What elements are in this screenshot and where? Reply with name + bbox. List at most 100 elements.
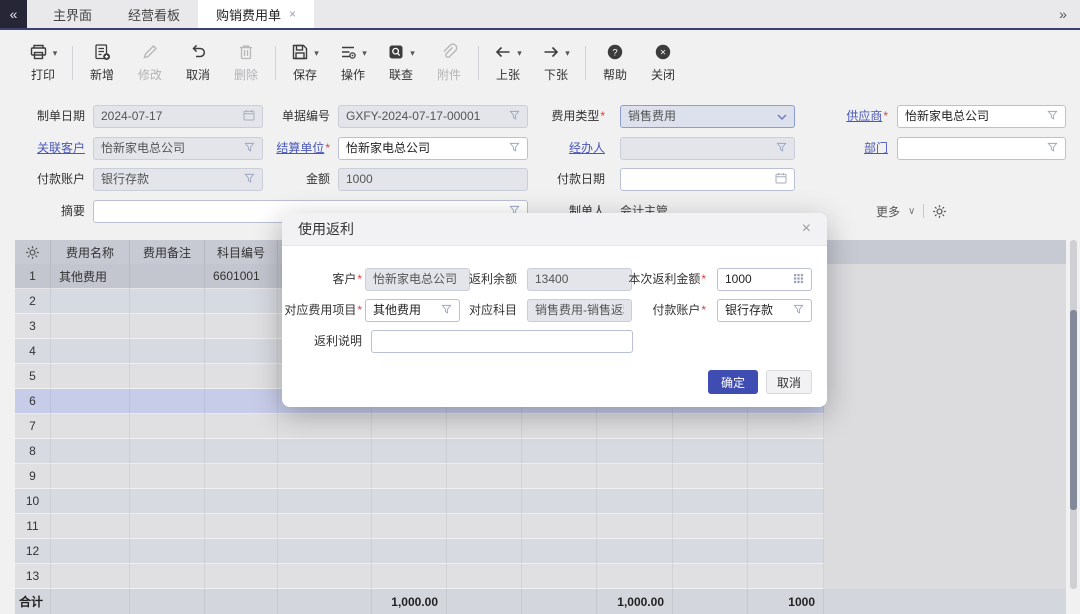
table-cell[interactable] xyxy=(372,489,447,514)
cancel-button[interactable]: 取消 xyxy=(766,370,812,394)
table-cell[interactable] xyxy=(205,564,278,589)
table-cell[interactable] xyxy=(522,414,597,439)
field-r1c4-label[interactable]: 供应商* xyxy=(768,105,888,127)
table-cell[interactable] xyxy=(372,539,447,564)
table-cell[interactable] xyxy=(51,414,130,439)
table-cell[interactable] xyxy=(51,364,130,389)
field-label-text[interactable]: 供应商 xyxy=(846,109,882,123)
table-cell[interactable] xyxy=(447,464,522,489)
table-cell[interactable] xyxy=(278,514,372,539)
table-cell[interactable] xyxy=(130,464,205,489)
toolbar-button-list[interactable]: ▾操作 xyxy=(338,44,368,83)
table-cell[interactable] xyxy=(748,439,824,464)
field-label-text[interactable]: 关联客户 xyxy=(37,141,85,155)
table-cell[interactable] xyxy=(205,489,278,514)
table-cell[interactable] xyxy=(130,439,205,464)
dropdown-caret-icon[interactable]: ▾ xyxy=(53,48,58,59)
table-cell[interactable] xyxy=(130,489,205,514)
row-number-cell[interactable]: 1 xyxy=(15,264,51,289)
toolbar-button-floppy[interactable]: ▾保存 xyxy=(290,44,320,83)
table-cell[interactable] xyxy=(205,539,278,564)
tab-close-icon[interactable]: × xyxy=(289,7,296,21)
row-number-cell[interactable]: 11 xyxy=(15,514,51,539)
table-cell[interactable]: 其他费用 xyxy=(51,264,130,289)
table-cell[interactable] xyxy=(51,564,130,589)
field-r2c1-label[interactable]: 关联客户 xyxy=(0,137,85,159)
table-cell[interactable] xyxy=(447,414,522,439)
dialog-close-icon[interactable]: × xyxy=(802,221,811,237)
table-cell[interactable] xyxy=(51,339,130,364)
table-cell[interactable] xyxy=(130,314,205,339)
table-row[interactable]: 12 xyxy=(15,539,824,564)
table-cell[interactable] xyxy=(51,539,130,564)
table-cell[interactable] xyxy=(372,464,447,489)
row-number-cell[interactable]: 12 xyxy=(15,539,51,564)
table-cell[interactable] xyxy=(278,564,372,589)
table-cell[interactable] xyxy=(748,464,824,489)
row-number-cell[interactable]: 3 xyxy=(15,314,51,339)
table-cell[interactable] xyxy=(205,439,278,464)
table-cell[interactable] xyxy=(130,364,205,389)
toolbar-button-close-circle[interactable]: ×关闭 xyxy=(648,44,678,83)
table-cell[interactable] xyxy=(597,564,673,589)
table-cell[interactable] xyxy=(130,514,205,539)
dropdown-caret-icon[interactable]: ▾ xyxy=(362,48,367,59)
expand-icon[interactable]: » xyxy=(1046,0,1080,28)
dropdown-caret-icon[interactable]: ▾ xyxy=(565,48,570,59)
field-label-text[interactable]: 结算单位 xyxy=(276,141,324,155)
table-cell[interactable] xyxy=(447,489,522,514)
table-cell[interactable] xyxy=(522,489,597,514)
table-cell[interactable] xyxy=(673,439,748,464)
dialog-field-r1c3-input[interactable]: 1000 xyxy=(717,268,812,291)
table-cell[interactable] xyxy=(278,464,372,489)
form-settings-gear-icon[interactable] xyxy=(932,204,947,219)
field-label-text[interactable]: 部门 xyxy=(864,141,888,155)
table-cell[interactable] xyxy=(51,289,130,314)
table-cell[interactable] xyxy=(51,489,130,514)
table-cell[interactable] xyxy=(51,314,130,339)
table-cell[interactable] xyxy=(522,564,597,589)
tab-3[interactable]: 购销费用单× xyxy=(198,0,314,28)
field-r2c2-label[interactable]: 结算单位* xyxy=(210,137,330,159)
table-cell[interactable] xyxy=(673,539,748,564)
table-cell[interactable] xyxy=(205,389,278,414)
table-cell[interactable] xyxy=(522,514,597,539)
table-row[interactable]: 13 xyxy=(15,564,824,589)
table-cell[interactable] xyxy=(51,464,130,489)
table-cell[interactable] xyxy=(51,514,130,539)
table-cell[interactable] xyxy=(130,264,205,289)
table-cell[interactable] xyxy=(278,414,372,439)
table-cell[interactable] xyxy=(130,389,205,414)
table-row[interactable]: 7 xyxy=(15,414,824,439)
table-cell[interactable] xyxy=(130,539,205,564)
toolbar-button-doc-new[interactable]: 新增 xyxy=(87,44,117,83)
row-number-cell[interactable]: 10 xyxy=(15,489,51,514)
table-cell[interactable] xyxy=(447,514,522,539)
table-cell[interactable] xyxy=(447,564,522,589)
table-cell[interactable] xyxy=(130,339,205,364)
toolbar-button-search-doc[interactable]: ▾联查 xyxy=(386,44,416,83)
field-r3c3-input[interactable] xyxy=(620,168,795,191)
table-scrollbar-thumb[interactable] xyxy=(1070,310,1077,510)
row-number-cell[interactable]: 6 xyxy=(15,389,51,414)
table-cell[interactable] xyxy=(597,439,673,464)
table-cell[interactable] xyxy=(51,439,130,464)
row-number-cell[interactable]: 2 xyxy=(15,289,51,314)
table-row[interactable]: 8 xyxy=(15,439,824,464)
table-row[interactable]: 10 xyxy=(15,489,824,514)
table-cell[interactable] xyxy=(673,564,748,589)
table-cell[interactable] xyxy=(522,539,597,564)
table-cell[interactable] xyxy=(205,464,278,489)
table-cell[interactable] xyxy=(130,414,205,439)
table-cell[interactable] xyxy=(748,414,824,439)
table-cell[interactable] xyxy=(673,414,748,439)
dialog-field-r3c1-input[interactable] xyxy=(371,330,633,353)
row-number-cell[interactable]: 8 xyxy=(15,439,51,464)
field-r2c3-label[interactable]: 经办人 xyxy=(485,137,605,159)
field-r2c4-input[interactable] xyxy=(897,137,1066,160)
toolbar-button-printer[interactable]: ▾打印 xyxy=(28,44,58,83)
row-number-cell[interactable]: 13 xyxy=(15,564,51,589)
table-cell[interactable] xyxy=(205,514,278,539)
more-label[interactable]: 更多 xyxy=(876,203,900,220)
more-fields-toggle[interactable]: 更多∨ xyxy=(876,200,947,222)
